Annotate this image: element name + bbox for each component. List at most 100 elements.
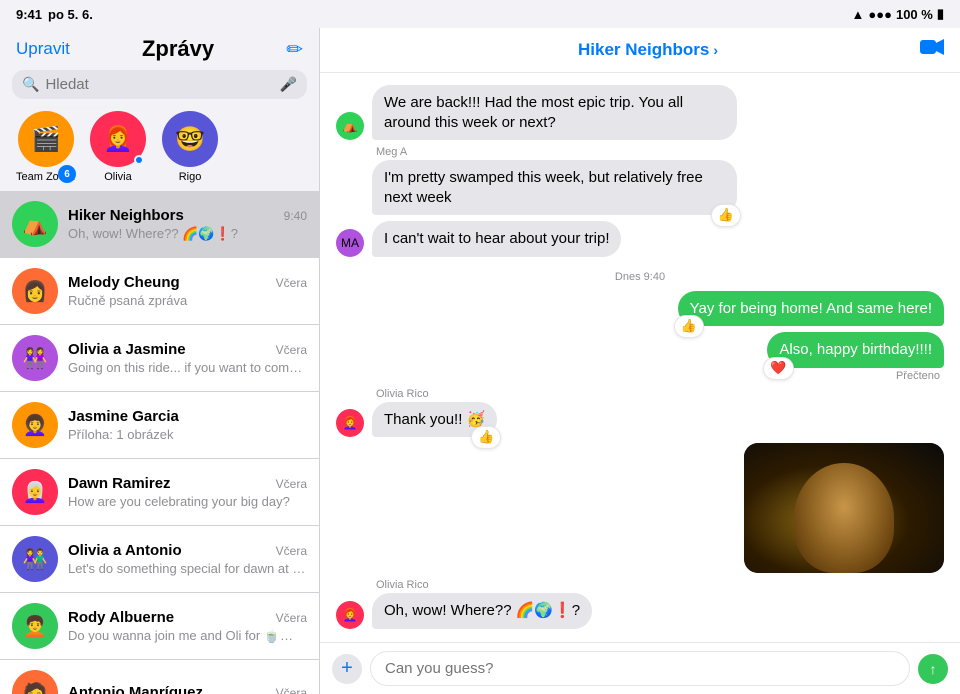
conv-content: Hiker Neighbors 9:40 Oh, wow! Where?? 🌈🌍… <box>68 207 307 242</box>
conv-content: Jasmine Garcia Příloha: 1 obrázek <box>68 408 307 442</box>
reaction-bubble: ❤️ <box>763 357 793 380</box>
online-dot-olivia <box>134 155 144 165</box>
msg-bubble[interactable]: We are back!!! Had the most epic trip. Y… <box>372 85 737 140</box>
photo-message-row <box>336 443 944 573</box>
reaction-bubble: 👍 <box>471 426 501 449</box>
message-row: MA I can't wait to hear about your trip! <box>336 221 944 257</box>
edit-button[interactable]: Upravit <box>16 39 70 59</box>
conv-preview: How are you celebrating your big day? <box>68 494 307 509</box>
conv-item-antonio-manriquez[interactable]: 🧑 Antonio Manríquez Včera <box>0 660 319 694</box>
conv-name: Olivia a Jasmine <box>68 341 186 358</box>
search-bar: 🔍 🎤 <box>12 70 307 99</box>
conv-avatar: 👫 <box>12 536 58 582</box>
conv-name: Melody Cheung <box>68 274 180 291</box>
pinned-contacts-row: 🌈🤩 What a lovely day, sunshine! 🎬 6 Team… <box>0 107 319 191</box>
pinned-label-olivia: Olivia <box>104 171 132 183</box>
msg-avatar: MA <box>336 229 364 257</box>
msg-avatar: ⛺ <box>336 112 364 140</box>
conv-name: Antonio Manríquez <box>68 684 203 694</box>
msg-bubble-wrap: Yay for being home! And same here! 👍 <box>678 291 944 327</box>
msg-bubble-wrap: Also, happy birthday!!!! ❤️ Přečteno <box>767 332 944 382</box>
app-container: Upravit Zprávy ✏ 🔍 🎤 🌈🤩 What a lovely da… <box>0 28 960 694</box>
conv-item-dawn-ramirez[interactable]: 👩‍🦳 Dawn Ramirez Včera How are you celeb… <box>0 459 319 526</box>
conv-name: Dawn Ramirez <box>68 475 171 492</box>
conv-preview: Do you wanna join me and Oli for 🍵☕🥐 bre… <box>68 628 307 644</box>
conv-time: Včera <box>276 611 307 625</box>
message-row: 👩‍🦰 Olivia Rico Thank you!! 🥳 👍 <box>336 388 944 438</box>
conv-avatar: 👩 <box>12 268 58 314</box>
conv-item-olivia-antonio[interactable]: 👫 Olivia a Antonio Včera Let's do someth… <box>0 526 319 593</box>
message-row: ⛺ We are back!!! Had the most epic trip.… <box>336 85 944 140</box>
conversation-list: ⛺ Hiker Neighbors 9:40 Oh, wow! Where?? … <box>0 191 319 694</box>
pinned-label-rigo: Rigo <box>179 171 202 183</box>
chat-messages: ⛺ We are back!!! Had the most epic trip.… <box>320 73 960 642</box>
conv-preview: Ručně psaná zpráva <box>68 293 307 308</box>
pinned-avatar-olivia: 👩‍🦰 <box>90 111 146 167</box>
msg-bubble-wrap: Meg A I'm pretty swamped this week, but … <box>372 146 737 215</box>
message-row: Yay for being home! And same here! 👍 <box>336 291 944 327</box>
unread-badge: 6 <box>58 165 76 183</box>
pinned-item-rigo[interactable]: 🤓 Rigo <box>160 111 220 183</box>
pinned-item-team-zoetrope[interactable]: 🌈🤩 What a lovely day, sunshine! 🎬 6 Team… <box>16 111 76 183</box>
conv-avatar: 🧑 <box>12 670 58 694</box>
msg-sender-name: Meg A <box>372 146 737 158</box>
message-row: Also, happy birthday!!!! ❤️ Přečteno <box>336 332 944 382</box>
pinned-item-olivia[interactable]: 👩‍🦰 Olivia <box>88 111 148 183</box>
chat-title-button[interactable]: Hiker Neighbors › <box>578 40 718 60</box>
add-attachment-button[interactable]: + <box>332 654 362 684</box>
send-button[interactable]: ↑ <box>918 654 948 684</box>
conv-preview: Let's do something special for dawn at t… <box>68 561 307 576</box>
msg-bubble-wrap: Olivia Rico Oh, wow! Where?? 🌈🌍❗? <box>372 579 592 629</box>
photo-bubble[interactable] <box>744 443 944 573</box>
status-bar: 9:41 po 5. 6. ▲ ●●● 100 % ▮ <box>0 0 960 28</box>
msg-bubble[interactable]: Oh, wow! Where?? 🌈🌍❗? <box>372 593 592 629</box>
msg-bubble[interactable]: Thank you!! 🥳 👍 <box>372 402 497 438</box>
message-input[interactable] <box>370 651 910 686</box>
timestamp-divider: Dnes 9:40 <box>336 271 944 283</box>
msg-bubble[interactable]: I can't wait to hear about your trip! <box>372 221 621 257</box>
msg-bubble-wrap: I can't wait to hear about your trip! <box>372 221 621 257</box>
battery-label: 100 % <box>896 7 933 22</box>
conv-name: Jasmine Garcia <box>68 408 179 425</box>
conv-time: Včera <box>276 276 307 290</box>
conv-avatar: 👩‍🦳 <box>12 469 58 515</box>
conv-content: Dawn Ramirez Včera How are you celebrati… <box>68 475 307 509</box>
conv-avatar: 🧑‍🦱 <box>12 603 58 649</box>
msg-sender-name: Olivia Rico <box>372 579 592 591</box>
msg-bubble[interactable]: Also, happy birthday!!!! ❤️ <box>767 332 944 368</box>
compose-button[interactable]: ✏ <box>286 37 303 62</box>
conv-item-melody-cheung[interactable]: 👩 Melody Cheung Včera Ručně psaná zpráva <box>0 258 319 325</box>
search-input[interactable] <box>45 76 273 93</box>
conv-content: Olivia a Jasmine Včera Going on this rid… <box>68 341 307 375</box>
chevron-icon: › <box>713 42 718 58</box>
battery-icon: ▮ <box>937 6 944 22</box>
search-icon: 🔍 <box>22 76 39 93</box>
msg-sender-name: Olivia Rico <box>372 388 497 400</box>
conv-content: Rody Albuerne Včera Do you wanna join me… <box>68 609 307 644</box>
conv-item-jasmine-garcia[interactable]: 👩‍🦱 Jasmine Garcia Příloha: 1 obrázek <box>0 392 319 459</box>
conv-item-hiker-neighbors[interactable]: ⛺ Hiker Neighbors 9:40 Oh, wow! Where?? … <box>0 191 319 258</box>
msg-bubble-wrap: Olivia Rico Thank you!! 🥳 👍 <box>372 388 497 438</box>
msg-status: Přečteno <box>767 370 944 382</box>
msg-bubble[interactable]: Yay for being home! And same here! 👍 <box>678 291 944 327</box>
reaction-bubble: 👍 <box>674 315 704 338</box>
chat-title: Hiker Neighbors <box>578 40 709 60</box>
conv-item-rody-albuerne[interactable]: 🧑‍🦱 Rody Albuerne Včera Do you wanna joi… <box>0 593 319 660</box>
conv-time: Včera <box>276 343 307 357</box>
conv-preview: Going on this ride... if you want to com… <box>68 360 307 375</box>
status-time: 9:41 <box>16 7 42 22</box>
video-call-button[interactable] <box>920 38 944 62</box>
msg-avatar: 👩‍🦰 <box>336 601 364 629</box>
wifi-icon: ▲ <box>852 7 865 22</box>
mic-icon[interactable]: 🎤 <box>280 76 297 93</box>
msg-bubble[interactable]: I'm pretty swamped this week, but relati… <box>372 160 737 215</box>
conv-content: Melody Cheung Včera Ručně psaná zpráva <box>68 274 307 308</box>
message-row: 👩‍🦰 Olivia Rico Oh, wow! Where?? 🌈🌍❗? <box>336 579 944 629</box>
conv-avatar: ⛺ <box>12 201 58 247</box>
conv-name: Olivia a Antonio <box>68 542 182 559</box>
conv-item-olivia-jasmine[interactable]: 👭 Olivia a Jasmine Včera Going on this r… <box>0 325 319 392</box>
sidebar-title: Zprávy <box>70 36 286 62</box>
conv-preview: Oh, wow! Where?? 🌈🌍❗? <box>68 226 307 242</box>
message-row: Meg A I'm pretty swamped this week, but … <box>336 146 944 215</box>
conv-name: Hiker Neighbors <box>68 207 184 224</box>
